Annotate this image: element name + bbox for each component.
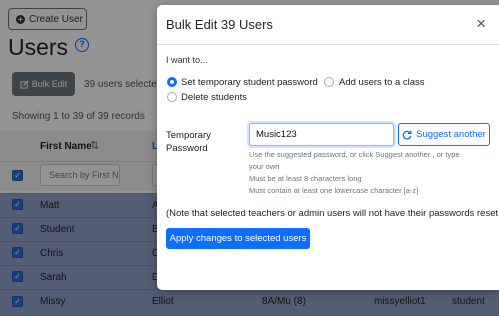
suggest-another-label: Suggest another — [416, 129, 486, 140]
refresh-icon — [402, 130, 412, 140]
modal-header: Bulk Edit 39 Users × — [157, 5, 499, 45]
modal-title: Bulk Edit 39 Users — [166, 17, 273, 32]
apply-changes-button[interactable]: Apply changes to selected users — [166, 228, 310, 249]
action-prompt: I want to... — [166, 55, 208, 65]
close-icon[interactable]: × — [476, 15, 486, 32]
set-password-radio[interactable] — [167, 77, 177, 87]
add-to-class-radio[interactable] — [324, 77, 334, 87]
delete-students-label[interactable]: Delete students — [181, 92, 247, 103]
password-help-line: Use the suggested password, or click Sug… — [249, 150, 460, 159]
password-lowercase-rule: Must contain at least one lowercase char… — [249, 186, 419, 195]
password-help-line: your own — [249, 162, 280, 171]
teacher-note: (Note that selected teachers or admin us… — [166, 208, 499, 219]
set-password-label[interactable]: Set temporary student password — [181, 77, 318, 88]
password-label-line2: Password — [166, 143, 208, 154]
bulk-edit-modal: Bulk Edit 39 Users × I want to... Set te… — [157, 5, 499, 290]
password-length-rule: Must be at least 8 characters long — [249, 174, 362, 183]
delete-students-radio[interactable] — [167, 92, 177, 102]
temporary-password-input[interactable]: Music123 — [249, 123, 394, 146]
add-to-class-label[interactable]: Add users to a class — [339, 77, 425, 88]
password-label: Temporary Password — [166, 129, 211, 155]
password-label-line1: Temporary — [166, 130, 211, 141]
suggest-another-button[interactable]: Suggest another — [398, 123, 490, 146]
